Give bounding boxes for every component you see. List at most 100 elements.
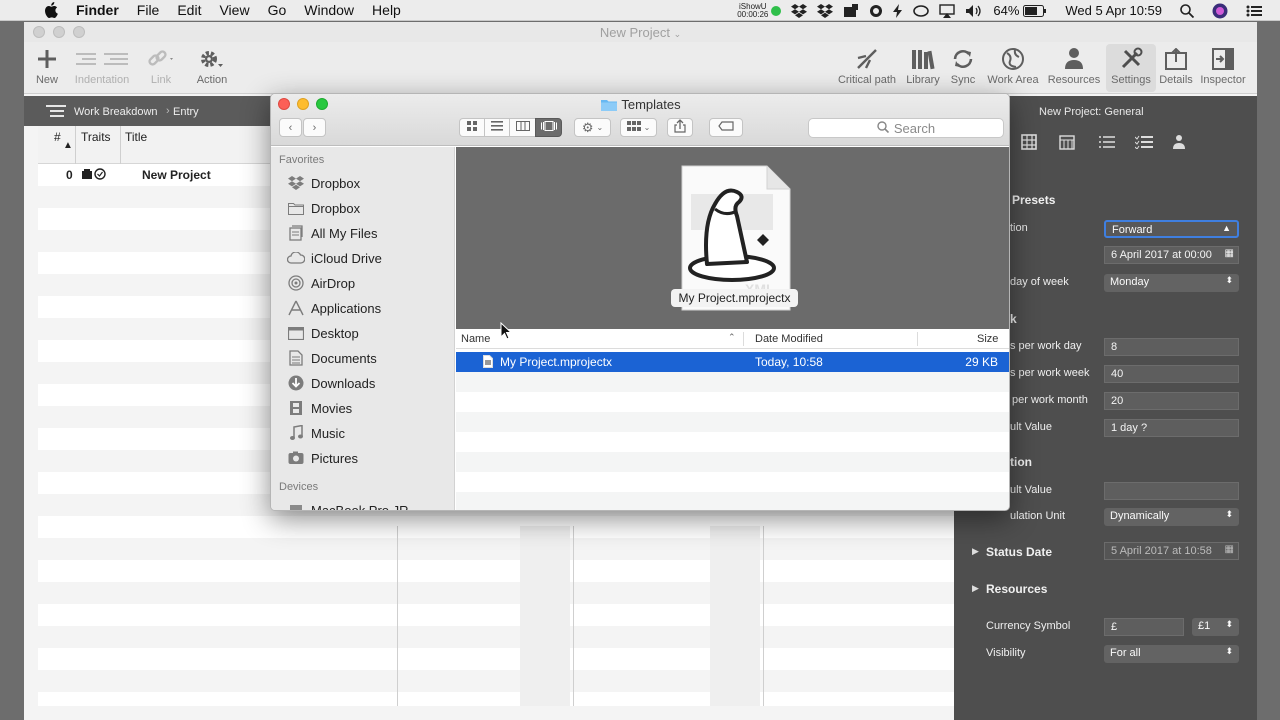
dropbox-menu-icon[interactable] [791, 3, 808, 18]
share-button[interactable] [667, 118, 693, 137]
status-date-field[interactable]: 5 April 2017 at 10:58 ▦ [1104, 542, 1239, 560]
calculation-unit-select[interactable]: Dynamically ⬍ [1104, 508, 1239, 526]
bolt-icon[interactable] [893, 3, 903, 18]
menu-file[interactable]: File [137, 2, 160, 18]
dropbox-menu-icon-2[interactable] [817, 3, 834, 18]
indentation-button[interactable]: Indentation [70, 44, 134, 86]
sidebar-item-movies[interactable]: Movies [287, 397, 352, 419]
menu-window[interactable]: Window [304, 2, 354, 18]
forward-button[interactable]: › [303, 118, 326, 137]
sync-button[interactable]: Sync [946, 44, 980, 86]
sidebar-item-airdrop[interactable]: AirDrop [287, 272, 355, 294]
cover-flow-button[interactable] [535, 118, 562, 137]
settings-button[interactable]: Settings [1106, 44, 1156, 92]
breadcrumb-entry[interactable]: Entry [173, 106, 199, 118]
siri-icon[interactable] [1212, 3, 1228, 19]
outline-view-icon[interactable] [46, 105, 68, 120]
menu-view[interactable]: View [219, 2, 249, 18]
hours-week-field[interactable]: 40 [1104, 365, 1239, 383]
empty-table-row[interactable] [38, 538, 954, 560]
spotlight-icon[interactable] [1180, 3, 1194, 18]
sidebar-item-documents[interactable]: Documents [287, 347, 377, 369]
ishowu-status[interactable]: iShowU 00:00:26 [737, 2, 782, 19]
action-menu-button[interactable]: ⚙ ⌄ [574, 118, 611, 137]
file-row[interactable]: My Project.mprojectx Today, 10:58 29 KB [456, 352, 1009, 372]
status-icon[interactable] [869, 4, 883, 18]
calendar-tab-icon[interactable] [1059, 134, 1075, 153]
breadcrumb-work-breakdown[interactable]: Work Breakdown [74, 106, 158, 118]
column-date-modified[interactable]: Date Modified [755, 333, 823, 345]
action-button[interactable]: Action [192, 44, 232, 86]
empty-table-row[interactable] [38, 516, 954, 538]
volume-icon[interactable] [965, 4, 983, 18]
sync-icon[interactable] [913, 4, 930, 18]
link-button[interactable]: Link [144, 44, 178, 86]
battery-icon[interactable] [1023, 4, 1047, 17]
column-name[interactable]: Name [461, 333, 490, 345]
file-preview[interactable]: XML My Project.mprojectx [671, 164, 798, 314]
default-value-field-2[interactable] [1104, 482, 1239, 500]
column-number[interactable]: # [54, 130, 61, 144]
work-area-button[interactable]: Work Area [984, 44, 1042, 86]
library-button[interactable]: Library [904, 44, 942, 86]
menu-app-name[interactable]: Finder [76, 2, 119, 18]
direction-select[interactable]: Forward ▲ [1104, 220, 1239, 238]
arrange-menu-button[interactable]: ⌄ [620, 118, 657, 137]
grid-tab-icon[interactable] [1021, 134, 1037, 153]
checklist-tab-icon[interactable] [1134, 135, 1153, 152]
disclosure-triangle-icon[interactable]: ▶ [972, 583, 979, 594]
sidebar-item-downloads[interactable]: Downloads [287, 372, 375, 394]
currency-symbol-field[interactable]: £ [1104, 618, 1184, 636]
evernote-icon[interactable] [843, 3, 859, 18]
calendar-icon[interactable]: ▦ [1225, 544, 1234, 555]
column-view-button[interactable] [509, 118, 535, 137]
tags-button[interactable] [709, 118, 743, 137]
empty-table-row[interactable] [38, 692, 954, 714]
start-date-field[interactable]: 6 April 2017 at 00:00 ▦ [1104, 246, 1239, 264]
resources-button[interactable]: Resources [1044, 44, 1104, 86]
sidebar-item-icloud-drive[interactable]: iCloud Drive [287, 247, 382, 269]
menu-clock[interactable]: Wed 5 Apr 10:59 [1065, 3, 1162, 18]
list-view-button[interactable] [484, 118, 509, 137]
currency-format-select[interactable]: £1 ⬍ [1192, 618, 1239, 636]
empty-table-row[interactable] [38, 604, 954, 626]
column-title[interactable]: Title [125, 130, 147, 144]
default-value-field[interactable]: 1 day ? [1104, 419, 1239, 437]
column-traits[interactable]: Traits [81, 130, 111, 144]
empty-table-row[interactable] [38, 626, 954, 648]
sidebar-item-music[interactable]: Music [287, 422, 345, 444]
sidebar-item-all-my-files[interactable]: All My Files [287, 222, 377, 244]
menu-help[interactable]: Help [372, 2, 401, 18]
sidebar-item-device[interactable]: MacBook Pro JR [287, 499, 409, 510]
sidebar-item-desktop[interactable]: Desktop [287, 322, 359, 344]
airplay-icon[interactable] [939, 3, 956, 18]
first-day-select[interactable]: Monday ⬍ [1104, 274, 1239, 292]
empty-table-row[interactable] [38, 582, 954, 604]
critical-path-button[interactable]: Critical path [834, 44, 900, 86]
apple-icon[interactable] [44, 2, 58, 18]
visibility-select[interactable]: For all ⬍ [1104, 645, 1239, 663]
back-button[interactable]: ‹ [279, 118, 302, 137]
menu-edit[interactable]: Edit [177, 2, 201, 18]
sidebar-item-pictures[interactable]: Pictures [287, 447, 358, 469]
details-button[interactable]: Details [1158, 44, 1194, 86]
empty-table-row[interactable] [38, 670, 954, 692]
sidebar-item-applications[interactable]: Applications [287, 297, 381, 319]
new-button[interactable]: New [32, 44, 62, 86]
sidebar-item-dropbox[interactable]: Dropbox [287, 172, 360, 194]
days-month-field[interactable]: 20 [1104, 392, 1239, 410]
empty-table-row[interactable] [38, 648, 954, 670]
sidebar-item-dropbox[interactable]: Dropbox [287, 197, 360, 219]
menu-go[interactable]: Go [268, 2, 287, 18]
column-size[interactable]: Size [977, 333, 998, 345]
icon-view-button[interactable] [459, 118, 484, 137]
dotted-list-tab-icon[interactable] [1099, 136, 1115, 151]
search-input[interactable]: Search [808, 118, 1004, 138]
resource-tab-icon[interactable] [1171, 134, 1187, 153]
hours-day-field[interactable]: 8 [1104, 338, 1239, 356]
inspector-button[interactable]: Inspector [1198, 44, 1248, 86]
notification-center-icon[interactable] [1246, 5, 1262, 17]
calendar-icon[interactable]: ▦ [1225, 248, 1234, 259]
disclosure-triangle-icon[interactable]: ▶ [972, 546, 979, 557]
empty-table-row[interactable] [38, 560, 954, 582]
